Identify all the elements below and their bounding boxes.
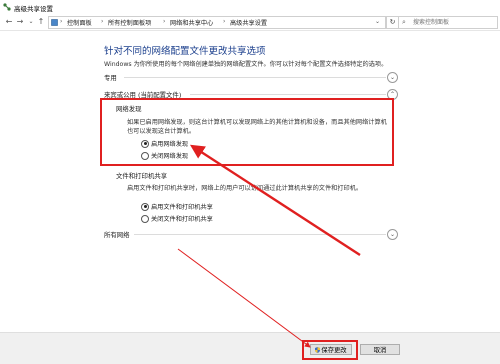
annotation-arrow: [177, 248, 311, 348]
annotation-arrow: [189, 144, 361, 257]
annotation-arrows: [177, 144, 361, 348]
